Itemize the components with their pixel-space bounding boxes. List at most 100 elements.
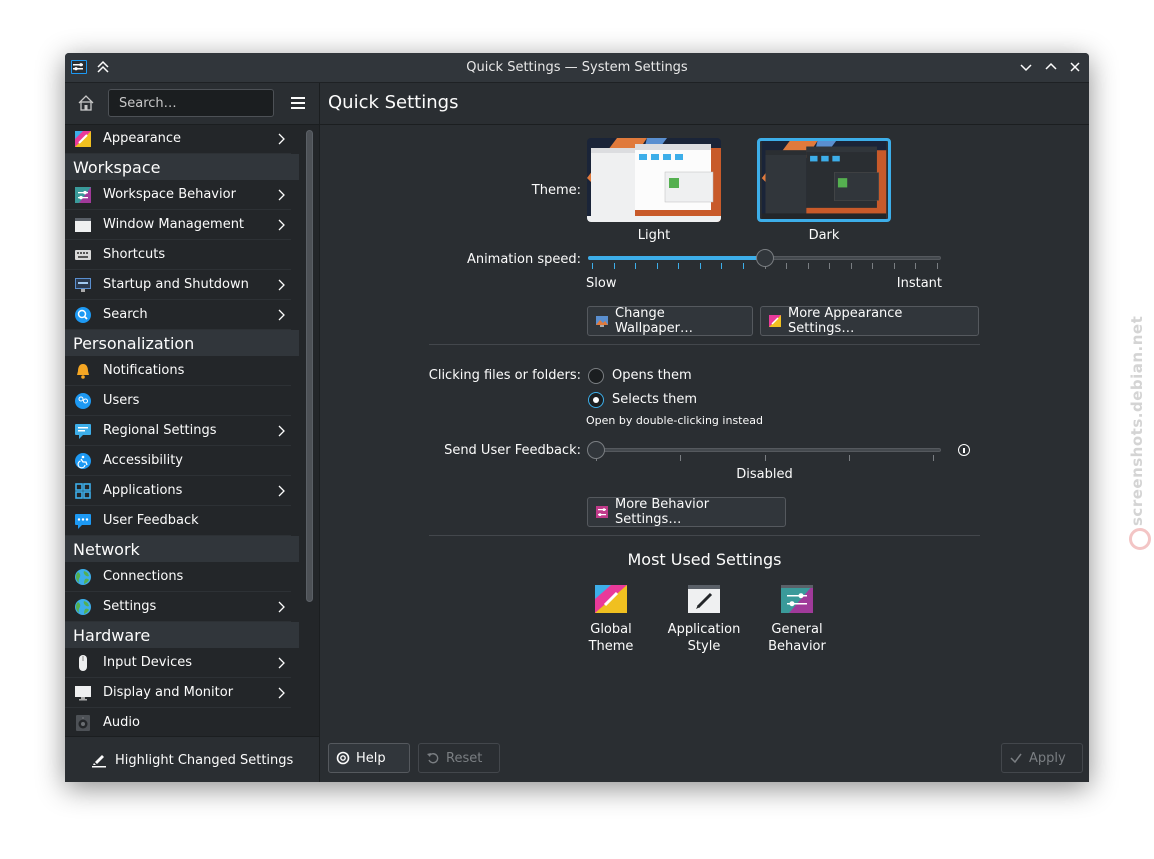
sidebar-item-shortcuts[interactable]: Shortcuts bbox=[65, 240, 291, 270]
highlight-changed-settings-button[interactable]: Highlight Changed Settings bbox=[91, 750, 293, 770]
change-wallpaper-button[interactable]: Change Wallpaper… bbox=[587, 306, 753, 336]
chevron-right-icon bbox=[275, 188, 287, 202]
workspace-behavior-icon bbox=[595, 505, 609, 519]
globe-icon bbox=[74, 598, 92, 616]
light-theme-preview-icon bbox=[587, 138, 721, 222]
speaker-icon bbox=[74, 714, 92, 732]
search-input[interactable] bbox=[109, 90, 269, 116]
general-behavior-icon bbox=[781, 585, 813, 613]
opens-them-radio[interactable] bbox=[588, 368, 604, 384]
sidebar-item-label: Workspace Behavior bbox=[103, 187, 236, 202]
search-field[interactable] bbox=[108, 89, 274, 117]
maximize-icon[interactable] bbox=[1042, 58, 1060, 76]
checkmark-icon bbox=[1009, 751, 1023, 765]
sidebar-list: Appearance Workspace Workspace Behavior Win… bbox=[65, 124, 299, 738]
sidebar-item-users[interactable]: Users bbox=[65, 386, 291, 416]
window-title: Quick Settings — System Settings bbox=[466, 60, 688, 75]
reset-button[interactable]: Reset bbox=[418, 743, 500, 773]
watermark: screenshots.debian.net bbox=[1128, 315, 1151, 558]
undo-icon bbox=[426, 751, 440, 765]
sidebar-item-applications[interactable]: Applications bbox=[65, 476, 291, 506]
animation-speed-handle[interactable] bbox=[755, 249, 774, 267]
sidebar-item-label: Shortcuts bbox=[103, 247, 166, 262]
sidebar-item-label: Notifications bbox=[103, 363, 185, 378]
sidebar-item-settings[interactable]: Settings bbox=[65, 592, 291, 622]
hamburger-menu-icon[interactable] bbox=[289, 94, 307, 112]
chevron-right-icon bbox=[275, 600, 287, 614]
sidebar-item-window-management[interactable]: Window Management bbox=[65, 210, 291, 240]
title-bar[interactable]: Quick Settings — System Settings bbox=[65, 53, 1089, 83]
theme-dark-caption: Dark bbox=[808, 228, 840, 243]
highlighter-icon bbox=[92, 755, 106, 768]
most-used-global-theme[interactable]: Global Theme bbox=[568, 585, 654, 655]
sidebar-category-label: Workspace bbox=[73, 158, 161, 177]
slider-tick bbox=[829, 263, 831, 269]
apply-button[interactable]: Apply bbox=[1001, 743, 1083, 773]
sidebar-item-appearance[interactable]: Appearance bbox=[65, 124, 291, 154]
sidebar-item-display-and-monitor[interactable]: Display and Monitor bbox=[65, 678, 291, 708]
sidebar-item-label: Startup and Shutdown bbox=[103, 277, 249, 292]
general-behavior-label: General Behavior bbox=[768, 622, 826, 654]
selects-them-label[interactable]: Selects them bbox=[612, 392, 697, 407]
slider-tick bbox=[933, 455, 934, 461]
mouse-icon bbox=[74, 654, 92, 672]
sidebar-item-label: Window Management bbox=[103, 217, 245, 232]
sidebar-item-user-feedback[interactable]: User Feedback bbox=[65, 506, 291, 536]
slider-tick bbox=[872, 263, 874, 269]
workspace-behavior-icon bbox=[74, 186, 92, 204]
slider-tick bbox=[680, 455, 682, 461]
slider-tick bbox=[848, 455, 850, 461]
sidebar-item-label: Regional Settings bbox=[103, 423, 217, 438]
info-icon[interactable] bbox=[958, 444, 970, 456]
sidebar: Appearance Workspace Workspace Behavior Win… bbox=[65, 83, 320, 782]
most-used-general-behavior[interactable]: General Behavior bbox=[754, 585, 840, 655]
sidebar-item-label: Appearance bbox=[103, 131, 182, 146]
more-behavior-settings-button[interactable]: More Behavior Settings… bbox=[587, 497, 786, 527]
sidebar-item-label: Search bbox=[103, 307, 148, 322]
reset-label: Reset bbox=[446, 750, 483, 766]
most-used-title: Most Used Settings bbox=[627, 550, 782, 569]
sidebar-item-regional-settings[interactable]: Regional Settings bbox=[65, 416, 291, 446]
theme-light-card[interactable] bbox=[587, 138, 721, 222]
more-appearance-settings-button[interactable]: More Appearance Settings… bbox=[760, 306, 979, 336]
application-style-label: Application Style bbox=[667, 622, 741, 654]
user-feedback-handle[interactable] bbox=[587, 441, 605, 459]
double-click-note: Open by double-clicking instead bbox=[586, 414, 763, 427]
user-feedback-slider[interactable] bbox=[588, 448, 941, 452]
applications-icon bbox=[74, 482, 92, 500]
slider-tick bbox=[807, 263, 809, 269]
selects-them-radio[interactable] bbox=[588, 392, 604, 408]
slider-tick bbox=[592, 263, 593, 269]
application-style-icon bbox=[688, 585, 720, 613]
dark-theme-preview-icon bbox=[761, 141, 887, 219]
chevron-right-icon bbox=[275, 484, 287, 498]
minimize-icon[interactable] bbox=[1017, 58, 1035, 76]
keyboard-icon bbox=[74, 246, 92, 264]
more-appearance-label: More Appearance Settings… bbox=[788, 306, 903, 336]
bell-icon bbox=[74, 362, 92, 380]
sidebar-item-workspace-behavior[interactable]: Workspace Behavior bbox=[65, 180, 291, 210]
sidebar-item-startup-and-shutdown[interactable]: Startup and Shutdown bbox=[65, 270, 291, 300]
sidebar-item-accessibility[interactable]: Accessibility bbox=[65, 446, 291, 476]
opens-them-label[interactable]: Opens them bbox=[612, 368, 692, 383]
home-icon[interactable] bbox=[77, 94, 95, 112]
theme-light-caption: Light bbox=[637, 228, 671, 243]
sidebar-item-connections[interactable]: Connections bbox=[65, 562, 291, 592]
highlight-label: Highlight Changed Settings bbox=[115, 752, 294, 768]
sidebar-item-input-devices[interactable]: Input Devices bbox=[65, 648, 291, 678]
sidebar-item-search[interactable]: Search bbox=[65, 300, 291, 330]
sidebar-category-hardware: Hardware bbox=[65, 622, 299, 648]
sidebar-item-audio[interactable]: Audio bbox=[65, 708, 291, 738]
slider-tick bbox=[893, 263, 895, 269]
window-management-icon bbox=[74, 216, 92, 234]
sidebar-scrollbar[interactable] bbox=[306, 130, 313, 602]
separator-2 bbox=[429, 535, 980, 536]
bottom-button-bar: Help Reset Apply bbox=[320, 737, 1089, 782]
help-button[interactable]: Help bbox=[328, 743, 410, 773]
feedback-icon bbox=[74, 512, 92, 530]
close-icon[interactable] bbox=[1066, 58, 1084, 76]
watermark-text: screenshots.debian.net bbox=[1128, 315, 1146, 526]
most-used-application-style[interactable]: Application Style bbox=[661, 585, 747, 655]
theme-dark-card[interactable] bbox=[757, 138, 891, 222]
sidebar-item-notifications[interactable]: Notifications bbox=[65, 356, 291, 386]
